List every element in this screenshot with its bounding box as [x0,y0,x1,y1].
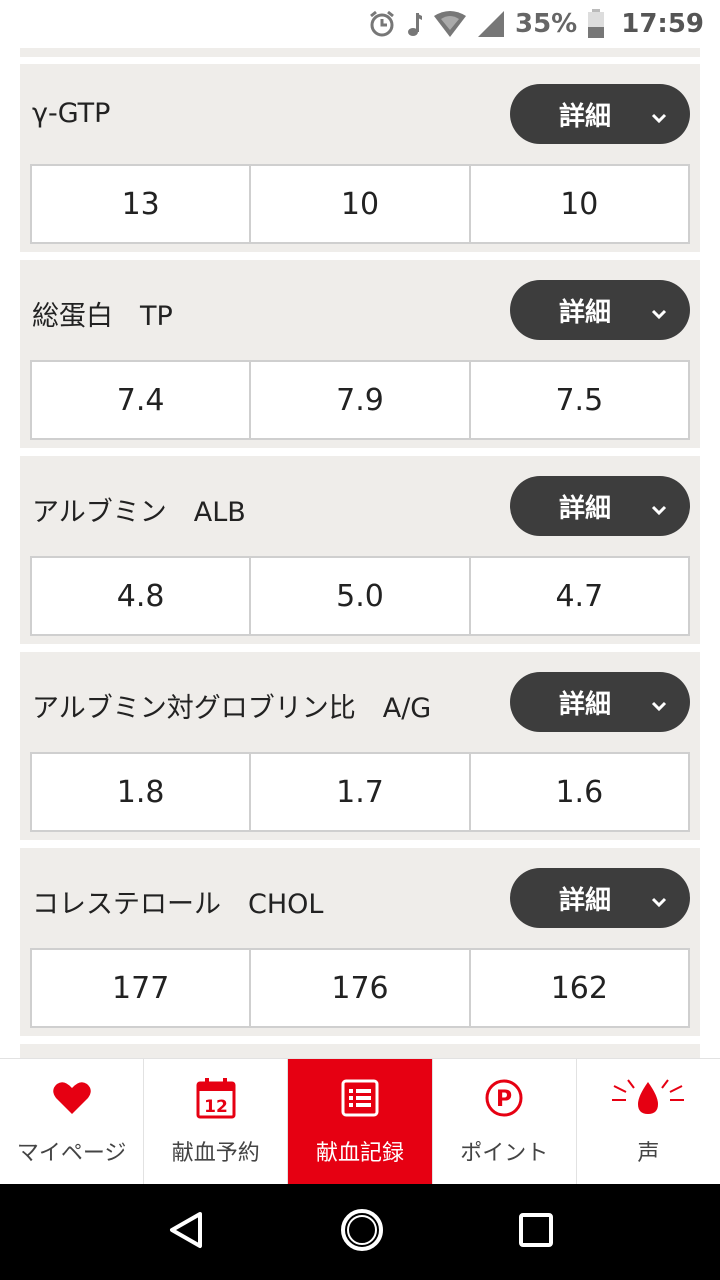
nav-item-reservation[interactable]: 12 献血予約 [144,1059,289,1184]
nav-label: マイページ [16,1141,127,1166]
card-title: コレステロール CHOL [32,889,324,920]
card-title: 総蛋白 TP [32,301,173,332]
value-cell: 176 [251,950,471,1026]
card-title: γ-GTP [32,98,111,129]
svg-text:12: 12 [204,1097,228,1117]
wifi-icon [433,10,467,38]
value-cell: 7.5 [555,382,604,418]
card-title: アルブミン ALB [32,497,246,528]
back-icon[interactable] [166,1210,206,1254]
nav-item-mypage[interactable]: マイページ [0,1059,145,1184]
result-card-alb: アルブミン ALB 詳細 4.8 5.0 4.7 [20,456,700,644]
system-nav-bar [0,1184,720,1280]
result-card-ag: アルブミン対グロブリン比 A/G 詳細 1.8 1.7 1.6 [20,652,700,840]
detail-button[interactable]: 詳細 [510,84,690,144]
detail-button[interactable]: 詳細 [510,672,690,732]
value-cell: 4.7 [555,578,604,614]
value-row: 4.8 5.0 4.7 [30,556,690,636]
battery-icon [587,9,605,39]
battery-percent: 35% [515,9,578,39]
value-row: 7.4 7.9 7.5 [30,360,690,440]
value-cell: 5.0 [251,558,471,634]
result-card-tp: 総蛋白 TP 詳細 7.4 7.9 7.5 [20,260,700,448]
alarm-icon [367,9,397,39]
list-icon [341,1075,379,1121]
nav-label: ポイント [460,1141,549,1166]
value-cell: 10 [560,186,599,222]
value-cell: 7.9 [251,362,471,438]
results-list[interactable]: γ-GTP 詳細 13 10 10 総蛋白 TP 詳細 7.4 7.9 7.5 … [0,48,720,1058]
detail-button-label: 詳細 [558,885,611,916]
clock: 17:59 [621,9,704,39]
point-icon: P [484,1075,524,1121]
card-title: アルブミン対グロブリン比 A/G [32,693,432,724]
detail-button-label: 詳細 [558,689,611,720]
blood-drop-icon [610,1075,686,1121]
chevron-down-icon [650,104,668,134]
value-cell: 13 [32,166,252,242]
value-cell: 7.4 [32,362,252,438]
nav-label: 声 [637,1141,660,1166]
calendar-icon: 12 [196,1075,236,1121]
detail-button[interactable]: 詳細 [510,868,690,928]
nav-item-records[interactable]: 献血記録 [288,1059,433,1184]
value-cell: 162 [550,970,608,1006]
chevron-down-icon [650,888,668,918]
chevron-down-icon [650,300,668,330]
chevron-down-icon [650,496,668,526]
nav-label: 献血予約 [171,1141,260,1166]
music-note-icon [407,10,423,38]
value-row: 13 10 10 [30,164,690,244]
card-next-edge [20,1044,700,1058]
value-cell: 1.6 [555,774,604,810]
value-cell: 1.7 [251,754,471,830]
card-previous-edge [20,48,700,57]
detail-button-label: 詳細 [558,297,611,328]
home-icon[interactable] [339,1207,385,1257]
value-cell: 177 [32,950,252,1026]
nav-item-voice[interactable]: 声 [577,1059,720,1184]
result-card-ggtp: γ-GTP 詳細 13 10 10 [20,64,700,252]
value-cell: 4.8 [32,558,252,634]
signal-icon [477,10,505,38]
detail-button-label: 詳細 [558,101,611,132]
detail-button[interactable]: 詳細 [510,280,690,340]
detail-button[interactable]: 詳細 [510,476,690,536]
svg-text:P: P [496,1087,512,1112]
value-row: 177 176 162 [30,948,690,1028]
recent-apps-icon[interactable] [518,1212,554,1252]
nav-item-points[interactable]: P ポイント [433,1059,577,1184]
status-bar: 35% 17:59 [0,0,720,48]
detail-button-label: 詳細 [558,493,611,524]
chevron-down-icon [650,692,668,722]
bottom-nav: マイページ 12 献血予約 献血記録 P ポイント 声 [0,1058,720,1184]
value-cell: 1.8 [32,754,252,830]
value-cell: 10 [251,166,471,242]
heart-icon [52,1075,92,1121]
nav-label: 献血記録 [316,1141,405,1166]
result-card-chol: コレステロール CHOL 詳細 177 176 162 [20,848,700,1036]
value-row: 1.8 1.7 1.6 [30,752,690,832]
